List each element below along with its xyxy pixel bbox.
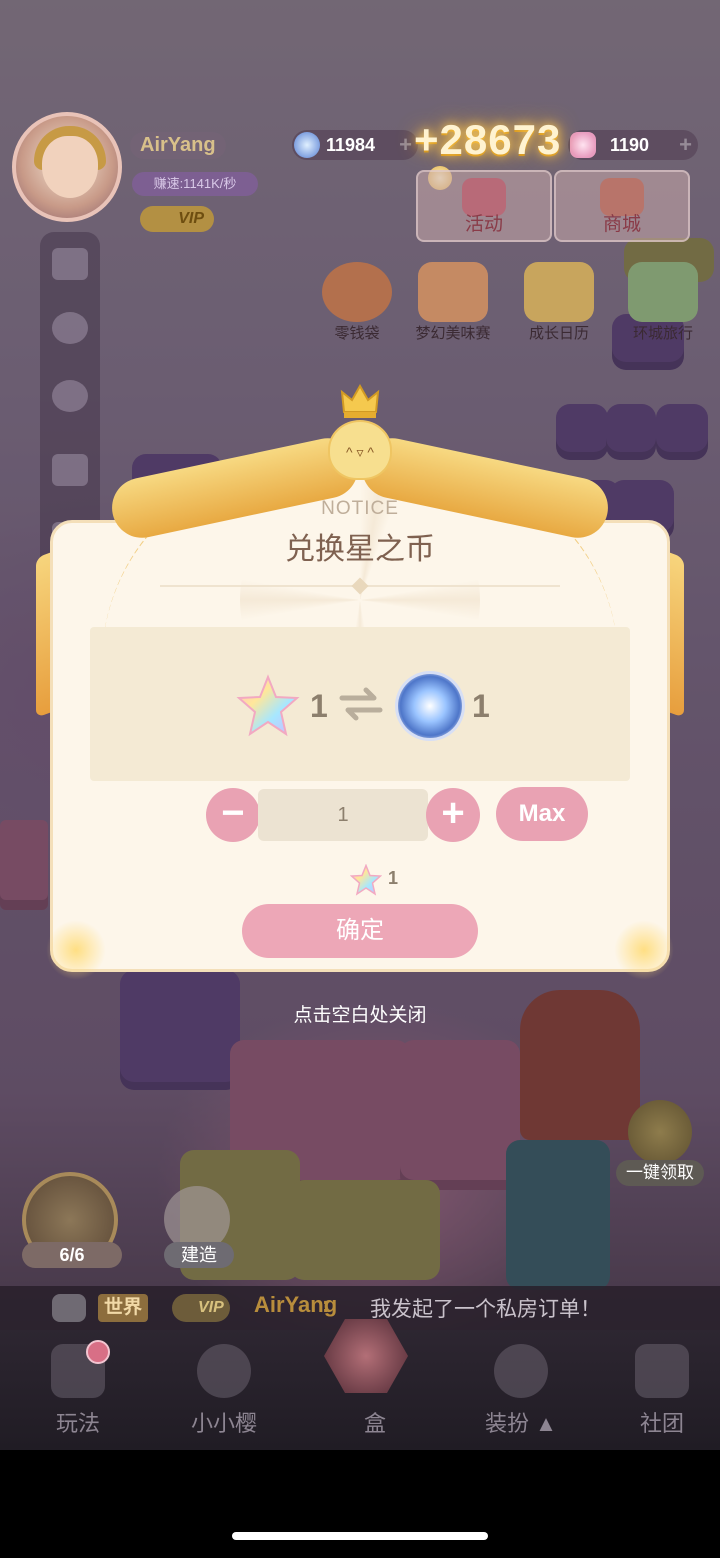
exchange-arrows-icon — [339, 687, 383, 721]
nav-center-label: 盒 — [364, 1411, 387, 1436]
avatar[interactable] — [12, 112, 122, 222]
sakura-hex-icon — [324, 1319, 408, 1393]
nav-label: 社团 — [639, 1411, 684, 1436]
coin-gain-popup: +28673 — [414, 116, 562, 163]
calendar-icon — [524, 262, 594, 322]
add-star-icon[interactable]: + — [679, 130, 692, 160]
chat-vip-badge: VIP — [172, 1294, 230, 1322]
rainbow-star-icon — [236, 674, 300, 737]
silver-coin-value: 11984 — [326, 135, 376, 155]
sparkle-icon — [614, 920, 674, 980]
kero-mascot-icon: ^ ▿ ^ — [328, 420, 392, 480]
cost-value: 1 — [388, 868, 399, 888]
quantity-input[interactable]: 1 — [258, 789, 428, 841]
rainbow-star-icon — [350, 864, 382, 896]
activity-city-tour[interactable]: 环城旅行 — [618, 262, 708, 350]
silver-coin-icon — [294, 132, 320, 158]
activity-label: 环城旅行 — [632, 325, 693, 342]
nav-label: 玩法 — [55, 1411, 100, 1436]
nav-label: 装扮 ▲ — [485, 1411, 557, 1436]
activity-dream-cuisine[interactable]: 梦幻美味赛 — [408, 262, 498, 350]
silver-coin-counter[interactable]: 11984 + — [292, 130, 418, 160]
dialog-notice-label: NOTICE — [321, 498, 399, 519]
nav-label: 小小樱 — [190, 1411, 257, 1436]
increase-quantity-button[interactable]: + — [426, 788, 480, 842]
claim-coin-icon[interactable] — [628, 1100, 692, 1164]
tap-to-close-hint: 点击空白处关闭 — [293, 1005, 427, 1026]
avatar-face — [42, 136, 98, 198]
pet-icon[interactable] — [52, 380, 88, 412]
activity-label: 成长日历 — [528, 325, 589, 342]
shop-button[interactable]: 商城 — [554, 170, 690, 242]
player-name: AirYang — [130, 132, 226, 159]
exchange-from-amount: 1 — [310, 688, 328, 724]
build-button[interactable]: 建造 — [164, 1242, 234, 1268]
nav-play[interactable]: 玩法 — [18, 1344, 138, 1440]
sparkle-icon — [46, 920, 106, 980]
earning-speed: 赚速:1141K/秒 — [132, 172, 258, 196]
vip-badge[interactable]: VIP — [140, 206, 214, 232]
dialog-title: 兑换星之币 — [285, 533, 435, 566]
coin-purse-icon — [322, 262, 392, 322]
max-quantity-button[interactable]: Max — [496, 787, 588, 841]
star-coin-counter[interactable]: 1190 + — [568, 130, 698, 160]
map-icon — [628, 262, 698, 322]
cake-icon — [418, 262, 488, 322]
confirm-button[interactable]: 确定 — [242, 904, 478, 958]
activity-label: 零钱袋 — [334, 325, 380, 342]
nav-center-box[interactable] — [316, 1296, 416, 1406]
nav-sakura[interactable]: 小小樱 — [164, 1344, 284, 1440]
nav-dress-up[interactable]: 装扮 ▲ — [456, 1344, 586, 1440]
chat-channel-badge: 世界 — [98, 1294, 149, 1322]
claim-all-button[interactable]: 一键领取 — [616, 1160, 704, 1186]
system-bar — [0, 1450, 720, 1558]
activity-growth-calendar[interactable]: 成长日历 — [514, 262, 604, 350]
star-coin-icon — [398, 674, 462, 738]
friends-icon[interactable] — [52, 312, 88, 344]
event-button[interactable]: 活动 — [416, 170, 552, 242]
sakura-flower-icon — [197, 1344, 251, 1398]
shop-label: 商城 — [602, 214, 641, 235]
home-indicator[interactable] — [232, 1532, 488, 1540]
mascot-face: ^ ▿ ^ — [346, 444, 374, 460]
chef-hat-icon — [494, 1344, 548, 1398]
decrease-quantity-button[interactable]: − — [206, 788, 260, 842]
notification-heart-badge — [86, 1340, 110, 1364]
nav-club[interactable]: 社团 — [602, 1344, 720, 1440]
star-coin-value: 1190 — [610, 135, 650, 155]
event-label: 活动 — [464, 214, 503, 235]
star-coin-icon — [570, 132, 596, 158]
mail-icon[interactable] — [52, 248, 88, 280]
activity-coin-purse[interactable]: 零钱袋 — [312, 262, 402, 350]
activity-label: 梦幻美味赛 — [415, 325, 491, 342]
add-silver-icon[interactable]: + — [399, 130, 412, 160]
chat-bubble-icon[interactable] — [52, 1294, 86, 1322]
crown-icon — [340, 384, 380, 418]
gift-counter: 6/6 — [22, 1242, 122, 1268]
exchange-to-amount: 1 — [472, 688, 490, 724]
cafe-cup-icon — [635, 1344, 689, 1398]
task-board-icon[interactable] — [52, 454, 88, 486]
